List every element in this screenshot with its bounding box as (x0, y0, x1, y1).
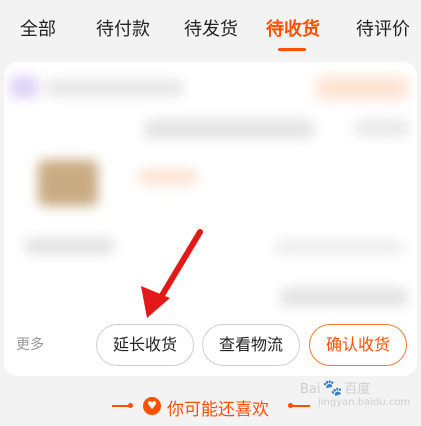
recommend-title: 你可能还喜欢 (167, 400, 269, 420)
watermark-brand-right: 百度 (344, 382, 371, 397)
decor-dot-left (128, 403, 133, 408)
heart-icon: ♥ (143, 397, 161, 415)
red-arrow-annotation (141, 229, 203, 318)
baidu-watermark: Bai 🐾 百度 jingyan.baidu.com (300, 378, 410, 408)
paw-icon: 🐾 (322, 378, 343, 397)
watermark-url: jingyan.baidu.com (318, 397, 411, 408)
watermark-brand-left: Bai (300, 382, 321, 397)
